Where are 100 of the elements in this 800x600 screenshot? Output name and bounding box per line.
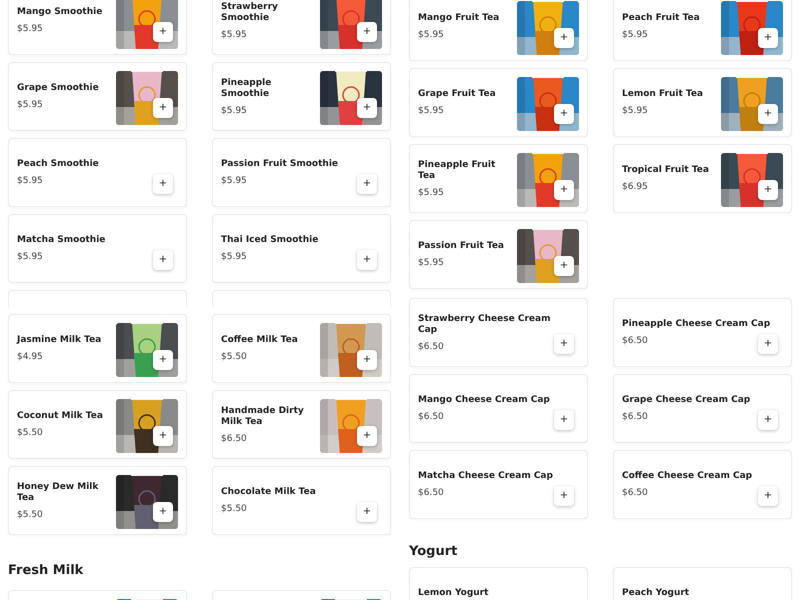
menu-card[interactable]: Peach Yogurt	[613, 567, 792, 600]
menu-card[interactable]: Strawberry Cheese Cream Cap $6.50 +	[409, 298, 588, 367]
menu-card[interactable]: Pineapple Fruit Tea $5.95 +	[409, 144, 588, 213]
menu-card[interactable]: Passion Fruit Smoothie $5.95 +	[212, 138, 391, 207]
menu-card[interactable]: Matcha Smoothie $5.95 +	[8, 214, 187, 283]
add-button[interactable]: +	[554, 28, 574, 48]
add-button[interactable]: +	[357, 250, 377, 270]
item-price: $6.50	[418, 412, 444, 422]
menu-card[interactable]: Jasmine Milk Tea $4.95 +	[8, 314, 187, 383]
item-name: Handmade Dirty Milk Tea	[221, 406, 305, 428]
add-button[interactable]: +	[554, 410, 574, 430]
add-button[interactable]: +	[554, 334, 574, 354]
menu-card[interactable]: Matcha Cheese Cream Cap $6.50 +	[409, 450, 588, 519]
item-price: $5.95	[17, 252, 43, 262]
menu-card[interactable]: Mango Fruit Tea $5.95 +	[409, 0, 588, 61]
add-button[interactable]: +	[153, 350, 173, 370]
item-price: $5.50	[221, 504, 247, 514]
item-price: $6.95	[622, 182, 648, 192]
item-price: $6.50	[622, 488, 648, 498]
add-button[interactable]: +	[758, 334, 778, 354]
add-button[interactable]: +	[758, 410, 778, 430]
item-name: Jasmine Milk Tea	[17, 335, 102, 346]
add-button[interactable]: +	[357, 22, 377, 42]
item-price: $6.50	[221, 434, 247, 444]
item-name: Peach Smoothie	[17, 159, 99, 170]
item-price: $5.95	[221, 252, 247, 262]
item-name: Pineapple Fruit Tea	[418, 160, 496, 182]
add-button[interactable]: +	[357, 426, 377, 446]
add-button[interactable]: +	[758, 486, 778, 506]
add-button[interactable]: +	[758, 180, 778, 200]
item-price: $4.95	[17, 352, 43, 362]
item-name: Chocolate Milk Tea	[221, 487, 316, 498]
menu-card[interactable]: Thai Iced Smoothie $5.95 +	[212, 214, 391, 283]
add-button[interactable]: +	[153, 174, 173, 194]
item-price: $5.95	[221, 30, 247, 40]
item-name: Coconut Milk Tea	[17, 411, 103, 422]
item-price: $6.50	[622, 412, 648, 422]
item-price: $5.95	[622, 106, 648, 116]
item-name: Peach Yogurt	[622, 588, 690, 599]
add-button[interactable]: +	[554, 180, 574, 200]
item-name: Grape Cheese Cream Cap	[622, 395, 750, 406]
add-button[interactable]: +	[758, 104, 778, 124]
item-price: $5.95	[221, 176, 247, 186]
menu-card[interactable]: Lemon Fruit Tea $5.95 +	[613, 68, 792, 137]
item-price: $6.50	[418, 488, 444, 498]
item-name: Lemon Yogurt	[418, 588, 488, 599]
item-name: Coffee Milk Tea	[221, 335, 298, 346]
item-price: $5.95	[418, 258, 444, 268]
add-button[interactable]: +	[357, 98, 377, 118]
item-price: $5.95	[17, 100, 43, 110]
item-price: $5.50	[17, 428, 43, 438]
add-button[interactable]: +	[153, 502, 173, 522]
menu-card[interactable]: Lemon Yogurt	[409, 567, 588, 600]
item-price: $5.95	[418, 188, 444, 198]
add-button[interactable]: +	[758, 28, 778, 48]
item-name: Matcha Smoothie	[17, 235, 106, 246]
item-name: Mango Smoothie	[17, 7, 102, 18]
item-name: Mango Fruit Tea	[418, 13, 500, 24]
item-price: $5.95	[221, 106, 247, 116]
item-name: Pineapple Cheese Cream Cap	[622, 319, 770, 330]
add-button[interactable]: +	[153, 426, 173, 446]
menu-card[interactable]: Tropical Fruit Tea $6.95 +	[613, 144, 792, 213]
menu-card[interactable]: Grape Smoothie $5.95 +	[8, 62, 187, 131]
menu-card[interactable]: Handmade Dirty Milk Tea $6.50 +	[212, 390, 391, 459]
menu-card[interactable]: Grape Cheese Cream Cap $6.50 +	[613, 374, 792, 443]
item-name: Thai Iced Smoothie	[221, 235, 318, 246]
menu-card[interactable]: Coffee Cheese Cream Cap $6.50 +	[613, 450, 792, 519]
menu-card[interactable]: Chocolate Milk Tea $5.50 +	[212, 466, 391, 535]
menu-card[interactable]: Grape Fruit Tea $5.95 +	[409, 68, 588, 137]
item-price: $5.50	[17, 510, 43, 520]
add-button[interactable]: +	[153, 22, 173, 42]
menu-card[interactable]: Pineapple Cheese Cream Cap $6.50 +	[613, 298, 792, 367]
menu-card[interactable]: Coconut Milk Tea $5.50 +	[8, 390, 187, 459]
add-button[interactable]: +	[554, 256, 574, 276]
item-name: Lemon Fruit Tea	[622, 89, 703, 100]
item-name: Passion Fruit Smoothie	[221, 159, 338, 170]
add-button[interactable]: +	[357, 502, 377, 522]
menu-card[interactable]: Passion Fruit Tea $5.95 +	[409, 220, 588, 289]
add-button[interactable]: +	[357, 174, 377, 194]
menu-card[interactable]: Peach Fruit Tea $5.95 +	[613, 0, 792, 61]
item-price: $5.95	[418, 30, 444, 40]
menu-card[interactable]: Pineapple Smoothie $5.95 +	[212, 62, 391, 131]
menu-card[interactable]: Strawberry Smoothie $5.95 +	[212, 0, 391, 55]
item-price: $6.50	[418, 342, 444, 352]
add-button[interactable]: +	[357, 350, 377, 370]
menu-card[interactable]: Peach Smoothie $5.95 +	[8, 138, 187, 207]
menu-card[interactable]: Honey Dew Milk Tea $5.50 +	[8, 466, 187, 535]
menu-card[interactable]: Mango Cheese Cream Cap $6.50 +	[409, 374, 588, 443]
add-button[interactable]: +	[554, 486, 574, 506]
add-button[interactable]: +	[153, 250, 173, 270]
menu-card[interactable]: Coffee Milk Tea $5.50 +	[212, 314, 391, 383]
menu-card[interactable]: Mango Smoothie $5.95 +	[8, 0, 187, 55]
item-name: Strawberry Smoothie	[221, 2, 279, 24]
item-name: Grape Smoothie	[17, 83, 99, 94]
item-name: Pineapple Smoothie	[221, 78, 272, 100]
add-button[interactable]: +	[153, 98, 173, 118]
item-price: $5.50	[221, 352, 247, 362]
item-name: Peach Fruit Tea	[622, 13, 700, 24]
item-price: $6.50	[622, 336, 648, 346]
add-button[interactable]: +	[554, 104, 574, 124]
